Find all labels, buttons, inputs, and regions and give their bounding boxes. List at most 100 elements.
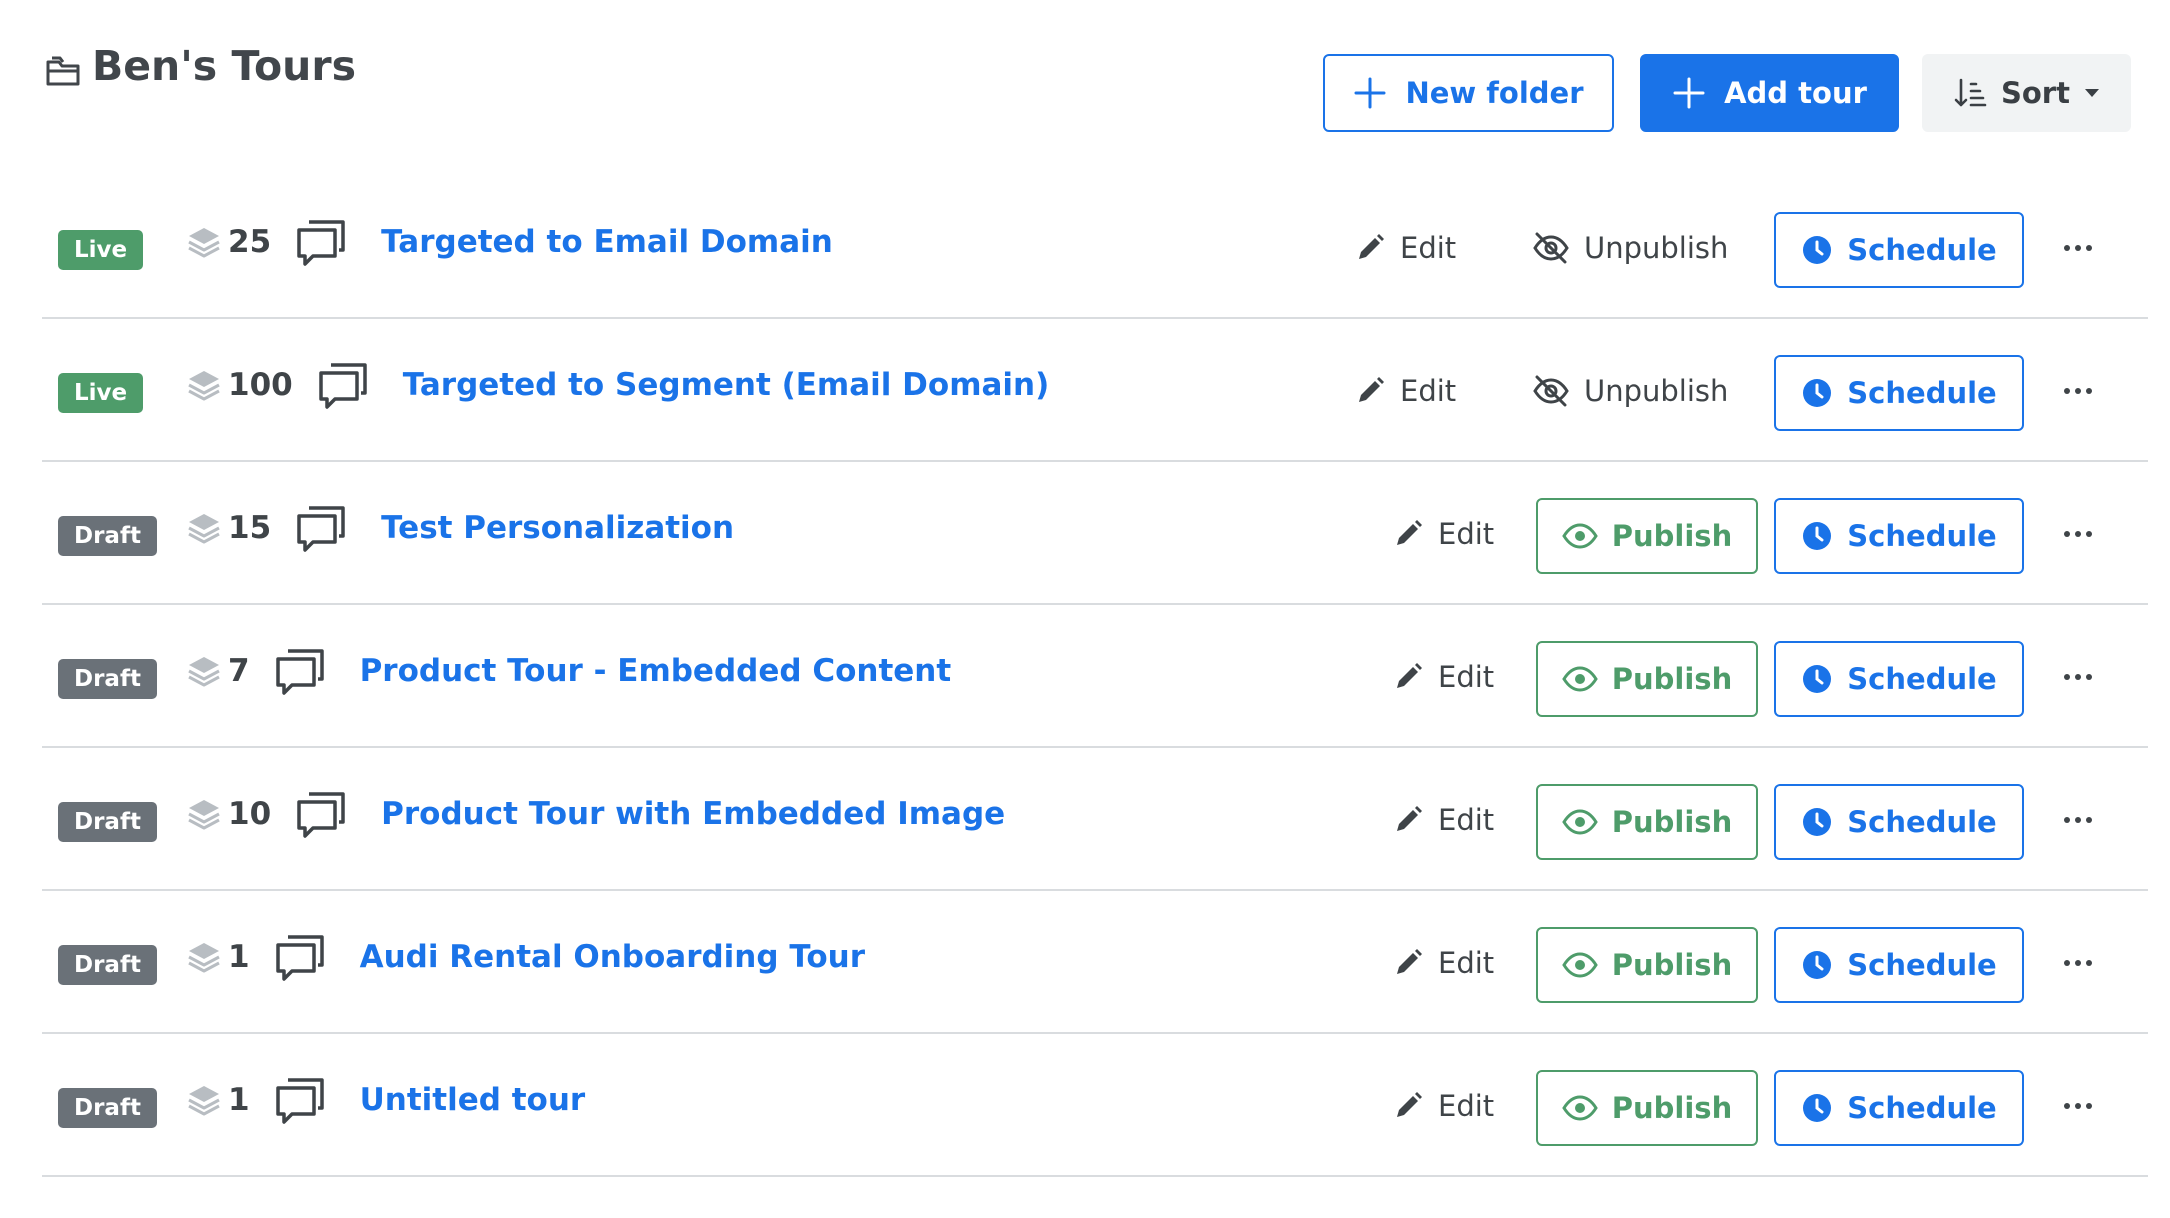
publish-label: Publish: [1611, 805, 1733, 839]
ellipsis-icon: [2064, 817, 2092, 823]
schedule-button[interactable]: Schedule: [1774, 212, 2024, 288]
pencil-icon: [1359, 234, 1384, 259]
edit-button[interactable]: Edit: [1392, 510, 1494, 558]
plus-icon: [1354, 77, 1386, 109]
unpublish-button[interactable]: Unpublish: [1532, 367, 1728, 415]
more-options-button[interactable]: [2054, 1088, 2102, 1124]
step-count: 1: [228, 1082, 250, 1118]
schedule-label: Schedule: [1847, 376, 1997, 410]
edit-button[interactable]: Edit: [1392, 796, 1494, 844]
edit-label: Edit: [1400, 374, 1457, 408]
more-options-button[interactable]: [2054, 373, 2102, 409]
page-header: Ben's Tours New folder Add tour Sort: [0, 0, 2170, 160]
new-folder-button[interactable]: New folder: [1323, 54, 1614, 132]
chat-bubbles-icon: [275, 1078, 324, 1124]
clock-icon: [1803, 808, 1832, 836]
tour-row: Draft 1 Untitled tour Edit Publish Sched…: [42, 1034, 2148, 1177]
status-badge: Draft: [58, 802, 157, 842]
tour-meta: 10 Product Tour with Embedded Image: [186, 784, 1005, 844]
publish-button[interactable]: Publish: [1536, 927, 1758, 1003]
eye-slash-icon: [1533, 232, 1569, 264]
eye-slash-icon: [1533, 375, 1569, 407]
edit-label: Edit: [1438, 660, 1495, 694]
more-options-button[interactable]: [2054, 802, 2102, 838]
publish-button[interactable]: Publish: [1536, 498, 1758, 574]
schedule-button[interactable]: Schedule: [1774, 927, 2024, 1003]
step-count: 1: [228, 939, 250, 975]
step-count: 15: [228, 510, 272, 546]
tour-meta: 100 Targeted to Segment (Email Domain): [186, 355, 1049, 415]
edit-button[interactable]: Edit: [1392, 653, 1494, 701]
eye-icon: [1561, 523, 1598, 549]
unpublish-label: Unpublish: [1584, 374, 1729, 408]
tour-title-link[interactable]: Product Tour - Embedded Content: [360, 653, 952, 689]
edit-button[interactable]: Edit: [1354, 367, 1456, 415]
tour-meta: 7 Product Tour - Embedded Content: [186, 641, 951, 701]
tour-title-link[interactable]: Audi Rental Onboarding Tour: [360, 939, 865, 975]
sort-dropdown[interactable]: Sort: [1922, 54, 2131, 132]
more-options-button[interactable]: [2054, 230, 2102, 266]
schedule-label: Schedule: [1847, 233, 1997, 267]
layers-icon: [188, 800, 220, 830]
status-badge: Draft: [58, 1088, 157, 1128]
tour-row: Draft 1 Audi Rental Onboarding Tour Edit: [42, 891, 2148, 1034]
edit-label: Edit: [1438, 946, 1495, 980]
edit-button[interactable]: Edit: [1354, 224, 1456, 272]
more-options-button[interactable]: [2054, 516, 2102, 552]
edit-button[interactable]: Edit: [1392, 1082, 1494, 1130]
pencil-icon: [1359, 377, 1384, 402]
status-badge: Live: [58, 230, 144, 270]
schedule-button[interactable]: Schedule: [1774, 355, 2024, 431]
layers-icon: [188, 657, 220, 687]
tour-title-link[interactable]: Test Personalization: [381, 510, 734, 546]
tour-meta: 1 Audi Rental Onboarding Tour: [186, 927, 865, 987]
step-count: 10: [228, 796, 272, 832]
tour-title-link[interactable]: Untitled tour: [360, 1082, 586, 1118]
status-badge: Draft: [58, 945, 157, 985]
publish-button[interactable]: Publish: [1536, 641, 1758, 717]
more-options-button[interactable]: [2054, 659, 2102, 695]
tour-meta: 1 Untitled tour: [186, 1070, 585, 1130]
schedule-button[interactable]: Schedule: [1774, 1070, 2024, 1146]
layers-icon: [188, 228, 220, 258]
add-tour-label: Add tour: [1724, 76, 1867, 110]
unpublish-button[interactable]: Unpublish: [1532, 224, 1728, 272]
chat-bubbles-icon: [297, 792, 345, 838]
pencil-icon: [1397, 1092, 1422, 1117]
folder-icon: [46, 56, 80, 86]
add-tour-button[interactable]: Add tour: [1640, 54, 1899, 132]
publish-label: Publish: [1611, 1091, 1733, 1125]
schedule-label: Schedule: [1847, 948, 1997, 982]
pencil-icon: [1397, 949, 1422, 974]
publish-label: Publish: [1611, 948, 1733, 982]
ellipsis-icon: [2064, 245, 2092, 251]
tour-meta: 15 Test Personalization: [186, 498, 734, 558]
step-count: 100: [228, 367, 293, 403]
tour-title-link[interactable]: Product Tour with Embedded Image: [381, 796, 1005, 832]
clock-icon: [1803, 522, 1832, 550]
eye-icon: [1561, 1095, 1598, 1121]
tour-meta: 25 Targeted to Email Domain: [186, 212, 833, 272]
status-badge: Draft: [58, 516, 157, 556]
schedule-label: Schedule: [1847, 1091, 1997, 1125]
clock-icon: [1803, 1094, 1832, 1122]
publish-button[interactable]: Publish: [1536, 784, 1758, 860]
tour-title-link[interactable]: Targeted to Email Domain: [381, 224, 833, 260]
edit-label: Edit: [1400, 231, 1457, 265]
tours-page: Ben's Tours New folder Add tour Sort Liv…: [0, 0, 2170, 1218]
edit-button[interactable]: Edit: [1392, 939, 1494, 987]
more-options-button[interactable]: [2054, 945, 2102, 981]
publish-label: Publish: [1611, 519, 1733, 553]
tour-row: Live 25 Targeted to Email Domain Edit Un…: [42, 176, 2148, 319]
unpublish-label: Unpublish: [1584, 231, 1729, 265]
schedule-button[interactable]: Schedule: [1774, 498, 2024, 574]
status-badge: Live: [58, 373, 144, 413]
tour-title-link[interactable]: Targeted to Segment (Email Domain): [403, 367, 1050, 403]
eye-icon: [1561, 809, 1598, 835]
publish-button[interactable]: Publish: [1536, 1070, 1758, 1146]
pencil-icon: [1397, 663, 1422, 688]
chat-bubbles-icon: [297, 220, 345, 266]
sort-label: Sort: [2001, 76, 2070, 110]
schedule-button[interactable]: Schedule: [1774, 784, 2024, 860]
schedule-button[interactable]: Schedule: [1774, 641, 2024, 717]
